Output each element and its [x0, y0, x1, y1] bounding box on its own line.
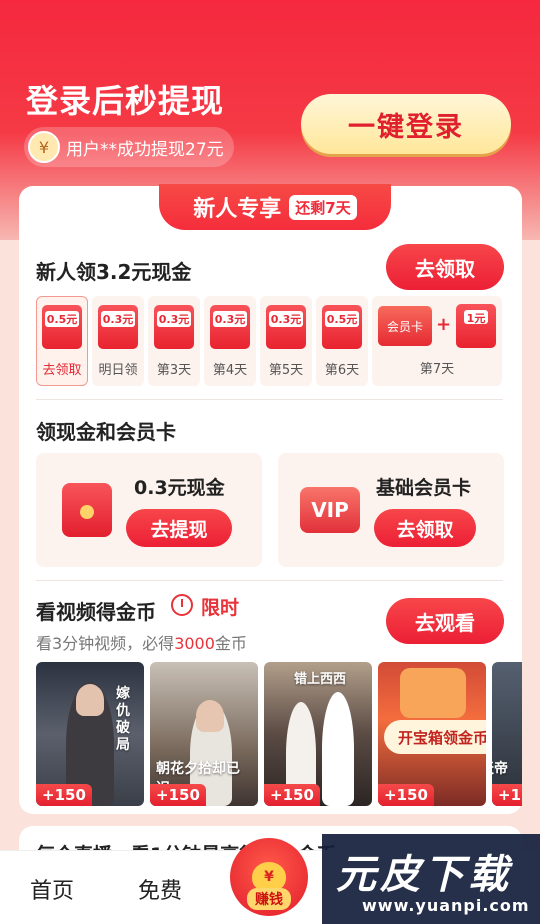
video-thumbnail[interactable]: 嫁仇破局 +150	[36, 662, 144, 806]
newbie-header: 新人专享 还剩7天	[159, 184, 391, 230]
newbie-claim-button[interactable]: 去领取	[386, 244, 504, 290]
coin-bag-icon: ¥	[28, 131, 60, 163]
tab-earn[interactable]: ¥ 赚钱	[230, 838, 308, 916]
tab-free[interactable]: 免费	[138, 873, 182, 905]
day-label: 第4天	[212, 363, 248, 378]
tab-home[interactable]: 首页	[30, 873, 74, 905]
red-envelope-icon: 0.3元	[266, 305, 306, 349]
coin-badge: +150	[150, 784, 206, 806]
cash-box: 0.3元现金 去提现	[36, 453, 262, 567]
vip-box: VIP 基础会员卡 去领取	[278, 453, 504, 567]
member-card-icon: 会员卡	[378, 306, 432, 346]
divider	[36, 580, 503, 581]
divider	[36, 399, 503, 400]
checkin-day-2[interactable]: 0.3元 明日领	[92, 296, 144, 386]
day-label: 明日领	[98, 363, 138, 378]
treasure-chest-thumbnail[interactable]: 开宝箱领金币 +150	[378, 662, 486, 806]
red-envelope-icon: 1元	[456, 304, 496, 348]
coin-badge: +150	[378, 784, 434, 806]
checkin-day-1[interactable]: 0.5元 去领取	[36, 296, 88, 386]
vip-title: 基础会员卡	[376, 477, 472, 499]
video-subtitle: 看3分钟视频，必得3000金币	[36, 634, 247, 653]
checkin-days: 0.5元 去领取 0.3元 明日领 0.3元 第3天 0.3元 第4天 0.3元…	[36, 296, 503, 388]
video-thumbnail[interactable]: 朝花夕拾却已迟 +150	[150, 662, 258, 806]
checkin-day-5[interactable]: 0.3元 第5天	[260, 296, 312, 386]
checkin-day-4[interactable]: 0.3元 第4天	[204, 296, 256, 386]
day-label: 第7天	[419, 362, 455, 377]
red-envelope-icon: 0.5元	[42, 305, 82, 349]
checkin-day-6[interactable]: 0.5元 第6天	[316, 296, 368, 386]
day-label: 去领取	[42, 363, 82, 378]
one-click-login-button[interactable]: 一键登录	[301, 94, 511, 154]
video-thumbnail[interactable]: 错上西西 +150	[264, 662, 372, 806]
clock-icon	[171, 594, 193, 616]
day-label: 第6天	[324, 363, 360, 378]
vip-card-icon: VIP	[300, 487, 360, 533]
red-envelope-icon: 0.3元	[210, 305, 250, 349]
withdraw-ticker: ¥ 用户**成功提现27元	[24, 127, 234, 167]
video-thumbnail[interactable]: 绝世天帝 +15	[492, 662, 522, 806]
open-chest-button[interactable]: 开宝箱领金币	[384, 720, 486, 754]
watermark-logo: 元皮下载 www.yuanpi.com	[322, 834, 540, 924]
day-label: 第3天	[156, 363, 192, 378]
red-envelope-icon: 0.3元	[98, 305, 138, 349]
watermark-brand: 元皮下载	[336, 852, 512, 898]
checkin-day-3[interactable]: 0.3元 第3天	[148, 296, 200, 386]
red-envelope-icon	[62, 483, 112, 537]
coin-badge: +15	[492, 784, 522, 806]
vip-claim-button[interactable]: 去领取	[374, 509, 476, 547]
video-thumbnails: 嫁仇破局 +150 朝花夕拾却已迟 +150 错上西西 +150 开宝箱领金币 …	[36, 662, 522, 806]
cash-title: 0.3元现金	[134, 477, 225, 499]
red-envelope-icon: 0.5元	[322, 305, 362, 349]
ticker-text: 用户**成功提现27元	[66, 139, 224, 160]
tab-earn-label: 赚钱	[247, 888, 291, 910]
red-envelope-icon: 0.3元	[154, 305, 194, 349]
countdown-badge: 还剩7天	[289, 194, 357, 220]
hero-title: 登录后秒提现	[26, 82, 225, 120]
checkin-day-7[interactable]: 会员卡 + 1元 第7天	[372, 296, 502, 386]
newbie-header-title: 新人专享	[193, 197, 282, 222]
withdraw-button[interactable]: 去提现	[126, 509, 232, 547]
plus-sign: +	[436, 314, 452, 335]
newbie-card: 新人专享 还剩7天 新人领3.2元现金 去领取 0.5元 去领取 0.3元 明日…	[19, 184, 522, 814]
watch-button[interactable]: 去观看	[386, 598, 504, 644]
watermark-url: www.yuanpi.com	[362, 896, 530, 915]
day-label: 第5天	[268, 363, 304, 378]
coin-badge: +150	[264, 784, 320, 806]
video-title: 看视频得金币	[36, 600, 156, 624]
limited-time-label: 限时	[201, 597, 240, 619]
newbie-cash-title: 新人领3.2元现金	[36, 260, 192, 284]
coin-badge: +150	[36, 784, 92, 806]
cash-vip-title: 领现金和会员卡	[36, 420, 176, 444]
